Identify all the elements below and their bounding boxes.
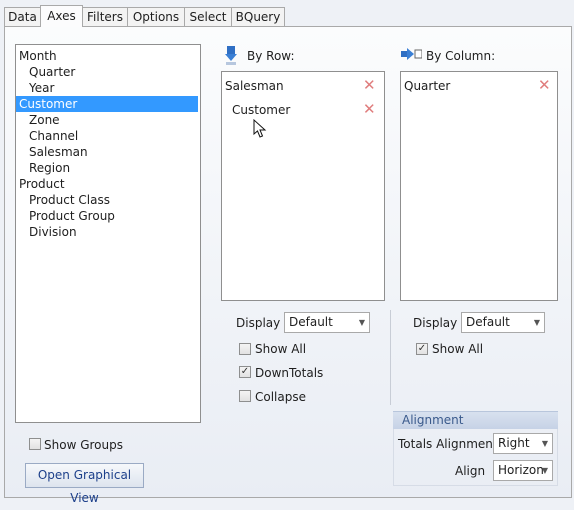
tree-item-label: Product Group: [29, 209, 115, 223]
align-label: Align: [455, 464, 486, 478]
options-divider: [390, 310, 391, 405]
tree-item-label: Product Class: [29, 193, 110, 207]
by-row-item[interactable]: Salesman ✕: [222, 77, 384, 95]
by-row-title: By Row:: [247, 49, 295, 63]
x-icon[interactable]: ✕: [363, 78, 376, 93]
column-display-value: Default: [466, 315, 510, 329]
tree-item-label: Quarter: [29, 65, 76, 79]
tree-item-label: Product: [19, 177, 65, 191]
tab-axes[interactable]: Axes: [40, 5, 83, 27]
mouse-pointer-icon: [253, 118, 267, 142]
tree-item-product[interactable]: Product: [16, 176, 200, 192]
tree-item-label: Month: [19, 49, 57, 63]
tab-select[interactable]: Select: [184, 7, 232, 26]
totals-alignment-label: Totals Alignment: [398, 437, 498, 451]
by-column-title: By Column:: [426, 49, 496, 63]
collapse-checkbox[interactable]: [239, 390, 251, 402]
tree-item-label: Year: [29, 81, 55, 95]
row-display-value: Default: [289, 315, 333, 329]
field-tree[interactable]: Month Quarter Year Customer Zone Channel…: [15, 44, 201, 423]
chevron-down-icon: ▼: [358, 318, 365, 327]
tree-item-product-group[interactable]: Product Group: [16, 208, 200, 224]
show-groups-label: Show Groups: [44, 438, 123, 452]
by-row-list[interactable]: Salesman ✕ Customer ✕: [221, 71, 385, 301]
open-graphical-view-button[interactable]: Open Graphical View: [25, 463, 144, 505]
tree-item-salesman[interactable]: Salesman: [16, 144, 200, 160]
by-row-item-label: Salesman: [225, 79, 284, 93]
column-show-all-label: Show All: [432, 342, 484, 356]
chevron-down-icon: ▼: [541, 439, 548, 448]
align-select[interactable]: Horizon ▼: [493, 460, 553, 481]
show-groups-checkbox[interactable]: [29, 438, 41, 450]
tree-item-channel[interactable]: Channel: [16, 128, 200, 144]
tab-data[interactable]: Data: [4, 7, 41, 26]
down-totals-label: DownTotals: [255, 366, 324, 380]
tree-item-zone[interactable]: Zone: [16, 112, 200, 128]
tree-item-label: Region: [29, 161, 71, 175]
x-icon[interactable]: ✕: [363, 102, 376, 117]
tab-filters[interactable]: Filters: [82, 7, 128, 26]
tree-item-label: Division: [29, 225, 77, 239]
row-display-select[interactable]: Default ▼: [284, 312, 370, 333]
collapse-label: Collapse: [255, 390, 306, 404]
totals-alignment-value: Right: [498, 436, 530, 450]
chevron-down-icon: ▼: [541, 466, 548, 475]
tree-item-product-class[interactable]: Product Class: [16, 192, 200, 208]
column-show-all-checkbox[interactable]: ✓: [416, 343, 428, 355]
tree-item-label: Channel: [29, 129, 79, 143]
column-display-label: Display: [413, 316, 458, 330]
down-totals-checkbox[interactable]: ✓: [239, 366, 251, 378]
by-column-list[interactable]: Quarter ✕: [400, 71, 558, 301]
tab-options[interactable]: Options: [127, 7, 185, 26]
alignment-header: Alignment: [393, 411, 558, 429]
tree-item-month[interactable]: Month: [16, 48, 200, 64]
column-display-select[interactable]: Default ▼: [461, 312, 545, 333]
tree-item-label: Customer: [19, 97, 78, 111]
by-row-item-label: Customer: [232, 103, 291, 117]
arrow-down-icon: [224, 45, 238, 68]
by-column-item-label: Quarter: [404, 79, 451, 93]
tree-item-region[interactable]: Region: [16, 160, 200, 176]
by-row-item[interactable]: Customer ✕: [222, 101, 384, 119]
tab-bquery[interactable]: BQuery: [231, 7, 285, 26]
align-value: Horizon: [498, 463, 544, 477]
tree-item-year[interactable]: Year: [16, 80, 200, 96]
tree-item-label: Salesman: [29, 145, 88, 159]
row-show-all-label: Show All: [255, 342, 307, 356]
row-display-label: Display: [236, 316, 281, 330]
x-icon[interactable]: ✕: [538, 78, 551, 93]
totals-alignment-select[interactable]: Right ▼: [493, 433, 553, 454]
tree-item-label: Zone: [29, 113, 60, 127]
arrow-right-icon: [400, 47, 423, 64]
tree-item-division[interactable]: Division: [16, 224, 200, 240]
tree-item-customer[interactable]: Customer: [16, 96, 198, 112]
chevron-down-icon: ▼: [533, 318, 540, 327]
tree-item-quarter[interactable]: Quarter: [16, 64, 200, 80]
by-column-item[interactable]: Quarter ✕: [401, 77, 557, 95]
row-show-all-checkbox[interactable]: [239, 343, 251, 355]
